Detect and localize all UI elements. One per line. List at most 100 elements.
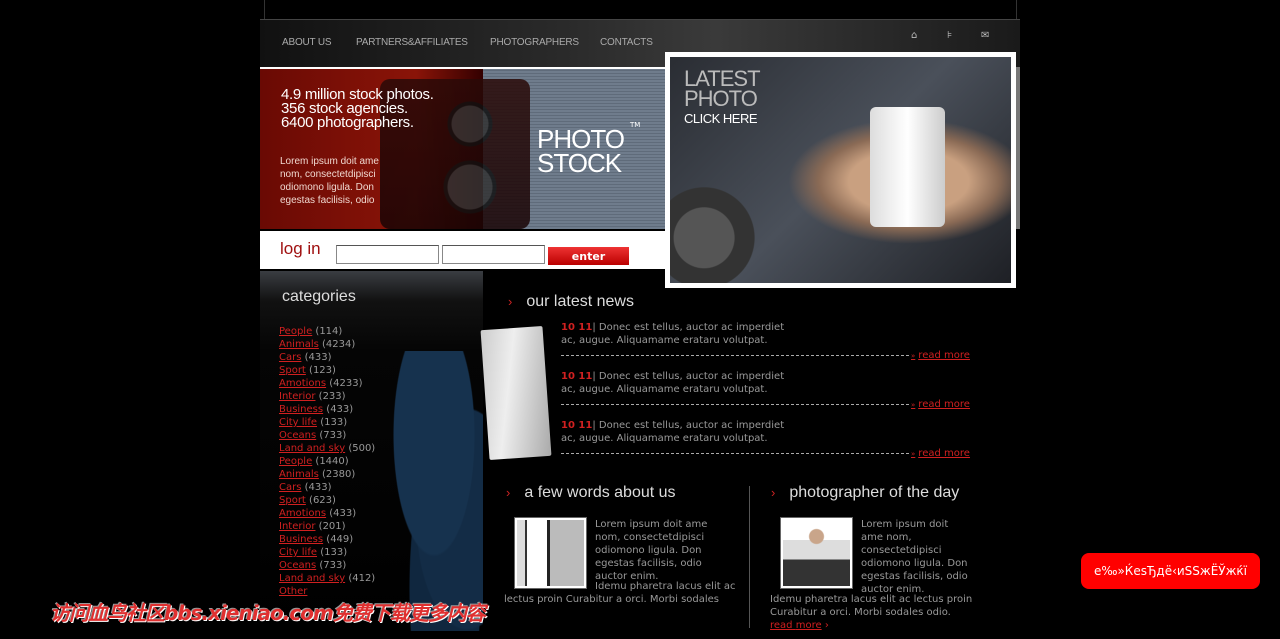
category-link[interactable]: Animals — [279, 339, 319, 350]
category-count: (733) — [319, 430, 347, 441]
category-link[interactable]: Other — [279, 586, 307, 597]
username-input[interactable] — [336, 245, 439, 264]
photographer-text-2: Idemu pharetra lacus elit ac lectus proi… — [770, 594, 973, 631]
category-item: Animals (4234) — [279, 338, 375, 351]
hero-banner: 4.9 million stock photos. 356 stock agenc… — [260, 67, 665, 229]
category-item: Business (433) — [279, 403, 375, 416]
column-divider — [749, 486, 750, 628]
dashed-divider — [561, 355, 909, 356]
about-text: Lorem ipsum doit ame nom, consectetdipis… — [595, 519, 708, 582]
category-link[interactable]: Sport — [279, 365, 306, 376]
category-item: City life (133) — [279, 416, 375, 429]
news-text: | Donec est tellus, auctor ac imperdiet … — [561, 420, 785, 444]
news-date: 10 11 — [561, 371, 593, 382]
photographer-text: Lorem ipsum doit ame nom, consectetdipis… — [861, 519, 968, 595]
category-item: Business (449) — [279, 533, 375, 546]
category-link[interactable]: City life — [279, 417, 317, 428]
nav-photographers[interactable]: PHOTOGRAPHERS — [490, 37, 579, 48]
category-item: Oceans (733) — [279, 429, 375, 442]
arrow-icon: › — [508, 294, 513, 309]
category-item: People (114) — [279, 325, 375, 338]
category-link[interactable]: Amotions — [279, 508, 326, 519]
category-link[interactable]: People — [279, 326, 312, 337]
category-link[interactable]: Amotions — [279, 378, 326, 389]
category-item: Interior (233) — [279, 390, 375, 403]
category-item: Animals (2380) — [279, 468, 375, 481]
category-link[interactable]: City life — [279, 547, 317, 558]
latest-photo-link[interactable]: LATEST PHOTO CLICK HERE — [665, 52, 1016, 288]
category-item: Amotions (433) — [279, 507, 375, 520]
category-link[interactable]: Interior — [279, 391, 315, 402]
nav-about-us[interactable]: ABOUT US — [282, 37, 332, 48]
category-count: (412) — [348, 573, 376, 584]
category-link[interactable]: Oceans — [279, 560, 316, 571]
category-link[interactable]: Business — [279, 534, 323, 545]
category-item: Cars (433) — [279, 481, 375, 494]
category-item: Sport (623) — [279, 494, 375, 507]
category-count: (133) — [320, 417, 348, 428]
category-count: (4234) — [322, 339, 356, 350]
bullet-icon: » — [911, 401, 916, 409]
watermark: 访问血鸟社区bbs.xieniao.com免费下载更多内容 — [50, 601, 486, 625]
category-count: (2380) — [322, 469, 356, 480]
category-count: (623) — [309, 495, 336, 506]
news-title: › our latest news — [508, 293, 634, 310]
news-text: | Donec est tellus, auctor ac imperdiet … — [561, 322, 785, 346]
category-link[interactable]: Cars — [279, 352, 301, 363]
photostock-logo: PHOTO STOCK — [537, 124, 625, 178]
floating-button[interactable]: e‰»ЌesЂдё‹иSSжЁЎжќї — [1081, 553, 1260, 589]
category-item: Land and sky (412) — [279, 572, 375, 585]
news-item: 10 11| Donec est tellus, auctor ac imper… — [561, 370, 971, 410]
read-more-link[interactable]: read more — [770, 620, 822, 631]
category-count: (114) — [315, 326, 343, 337]
home-icon[interactable]: ⌂ — [911, 30, 917, 41]
category-link[interactable]: Sport — [279, 495, 306, 506]
category-item: Oceans (733) — [279, 559, 375, 572]
category-link[interactable]: Land and sky — [279, 443, 345, 454]
category-count: (133) — [320, 547, 348, 558]
nav-contacts[interactable]: CONTACTS — [600, 37, 653, 48]
nav-partners[interactable]: PARTNERS&AFFILIATES — [356, 37, 468, 48]
category-link[interactable]: Animals — [279, 469, 319, 480]
category-item: Amotions (4233) — [279, 377, 375, 390]
category-item: People (1440) — [279, 455, 375, 468]
about-text-3: lectus proin Curabitur a orci. Morbi sod… — [504, 594, 720, 605]
arrow-icon: › — [771, 485, 776, 500]
category-link[interactable]: People — [279, 456, 312, 467]
category-link[interactable]: Oceans — [279, 430, 316, 441]
category-count: (733) — [319, 560, 347, 571]
password-input[interactable] — [442, 245, 545, 264]
category-count: (201) — [318, 521, 346, 532]
mail-icon[interactable]: ✉ — [981, 30, 989, 41]
category-count: (233) — [318, 391, 346, 402]
banner-headline: 4.9 million stock photos. 356 stock agenc… — [281, 86, 434, 131]
arrow-icon: › — [506, 485, 511, 500]
decor-strip — [1016, 67, 1020, 229]
category-count: (433) — [326, 404, 354, 415]
category-link[interactable]: Business — [279, 404, 323, 415]
category-count: (449) — [326, 534, 354, 545]
photographer-image — [780, 517, 853, 589]
news-date: 10 11 — [561, 322, 593, 333]
bullet-icon: » — [911, 450, 916, 458]
read-more-link[interactable]: » read more — [911, 398, 970, 412]
category-item: Cars (433) — [279, 351, 375, 364]
news-item: 10 11| Donec est tellus, auctor ac imper… — [561, 321, 971, 361]
enter-button[interactable]: enter — [548, 247, 629, 265]
category-link[interactable]: Cars — [279, 482, 301, 493]
bullet-icon: » — [911, 352, 916, 360]
category-link[interactable]: Interior — [279, 521, 315, 532]
trademark: TM — [630, 121, 641, 129]
sitemap-icon[interactable]: ⊧ — [947, 30, 952, 41]
category-item: Interior (201) — [279, 520, 375, 533]
divider — [260, 19, 1020, 20]
read-more-link[interactable]: » read more — [911, 447, 970, 461]
category-link[interactable]: Land and sky — [279, 573, 345, 584]
news-item: 10 11| Donec est tellus, auctor ac imper… — [561, 419, 971, 459]
read-more-link[interactable]: » read more — [911, 349, 970, 363]
category-count: (1440) — [315, 456, 349, 467]
click-here-link[interactable]: CLICK HERE — [684, 109, 760, 129]
latest-photo-image: LATEST PHOTO CLICK HERE — [670, 57, 1011, 283]
login-bar: log in enter — [260, 229, 665, 271]
photographer-title: › photographer of the day — [771, 484, 960, 501]
